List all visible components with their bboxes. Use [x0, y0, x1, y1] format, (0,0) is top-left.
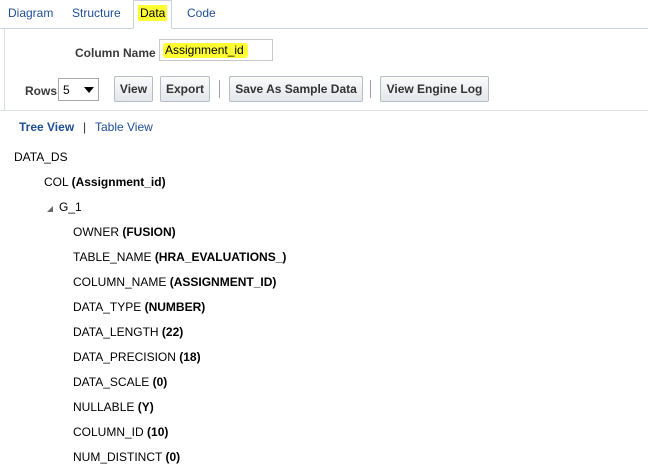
tree-field-value: (Y) [137, 400, 154, 414]
tree-field-row: NULLABLE (Y) [73, 400, 154, 414]
tree-field-row: COLUMN_NAME (ASSIGNMENT_ID) [73, 275, 276, 289]
column-name-field[interactable]: Assignment_id [159, 39, 273, 61]
tree-field-name: NULLABLE [73, 400, 135, 414]
panel-left-edge [0, 28, 5, 110]
tree-field-name: DATA_PRECISION [73, 350, 176, 364]
tree-field-row: DATA_LENGTH (22) [73, 325, 183, 339]
view-engine-log-button[interactable]: View Engine Log [380, 76, 489, 102]
view-button[interactable]: View [114, 76, 153, 102]
column-name-value: Assignment_id [163, 43, 248, 58]
rows-select[interactable]: 5 [58, 78, 99, 101]
tab-data-label: Data [138, 5, 168, 21]
tree-col-node: COL (Assignment_id) [44, 175, 166, 189]
toolbar-separator [219, 80, 220, 98]
tree-field-name: COLUMN_NAME [73, 275, 167, 289]
tree-field-name: DATA_TYPE [73, 300, 142, 314]
rows-select-value: 5 [63, 83, 70, 97]
tree-field-row: NUM_DISTINCT (0) [73, 450, 180, 464]
expand-triangle-icon[interactable] [47, 206, 53, 212]
table-view-link[interactable]: Table View [95, 120, 153, 134]
tree-field-name: DATA_LENGTH [73, 325, 159, 339]
tab-structure[interactable]: Structure [72, 4, 121, 24]
tree-field-value: (HRA_EVALUATIONS_) [154, 250, 287, 264]
tree-view-link[interactable]: Tree View [19, 120, 74, 134]
export-button[interactable]: Export [160, 76, 210, 102]
tree-field-name: NUM_DISTINCT [73, 450, 163, 464]
tree-field-name: OWNER [73, 225, 119, 239]
tree-field-value: (18) [179, 350, 201, 364]
tree-field-value: (22) [161, 325, 184, 339]
tree-field-row: DATA_PRECISION (18) [73, 350, 201, 364]
column-name-label: Column Name [75, 46, 156, 60]
chevron-down-icon [84, 87, 94, 93]
tab-bar: Diagram Structure Data Code [0, 0, 648, 29]
tree-field-row: DATA_TYPE (NUMBER) [73, 300, 205, 314]
tab-code[interactable]: Code [187, 4, 216, 24]
tree-field-name: DATA_SCALE [73, 375, 150, 389]
tree-field-value: (NUMBER) [144, 300, 206, 314]
tree-field-row: TABLE_NAME (HRA_EVALUATIONS_) [73, 250, 286, 264]
tree-col-value: (Assignment_id) [71, 175, 166, 189]
divider [0, 110, 648, 111]
tree-field-value: (0) [152, 375, 168, 389]
tree-field-row: COLUMN_ID (10) [73, 425, 168, 439]
tree-field-name: COLUMN_ID [73, 425, 144, 439]
tree-field-value: (FUSION) [122, 225, 176, 239]
tree-group-node[interactable]: G_1 [59, 200, 82, 214]
tab-diagram[interactable]: Diagram [8, 4, 53, 24]
tree-col-name: COL [44, 175, 69, 189]
tree-field-value: (0) [165, 450, 181, 464]
rows-label: Rows [25, 84, 58, 98]
tree-field-row: DATA_SCALE (0) [73, 375, 167, 389]
tab-data[interactable]: Data [133, 0, 173, 29]
tree-field-value: (ASSIGNMENT_ID) [169, 275, 277, 289]
tree-field-name: TABLE_NAME [73, 250, 152, 264]
view-toggle-separator: | [83, 120, 87, 134]
tree-root: DATA_DS [14, 150, 68, 164]
toolbar-separator [370, 80, 371, 98]
tree-field-value: (10) [147, 425, 169, 439]
save-as-sample-data-button[interactable]: Save As Sample Data [229, 76, 363, 102]
tree-field-row: OWNER (FUSION) [73, 225, 176, 239]
